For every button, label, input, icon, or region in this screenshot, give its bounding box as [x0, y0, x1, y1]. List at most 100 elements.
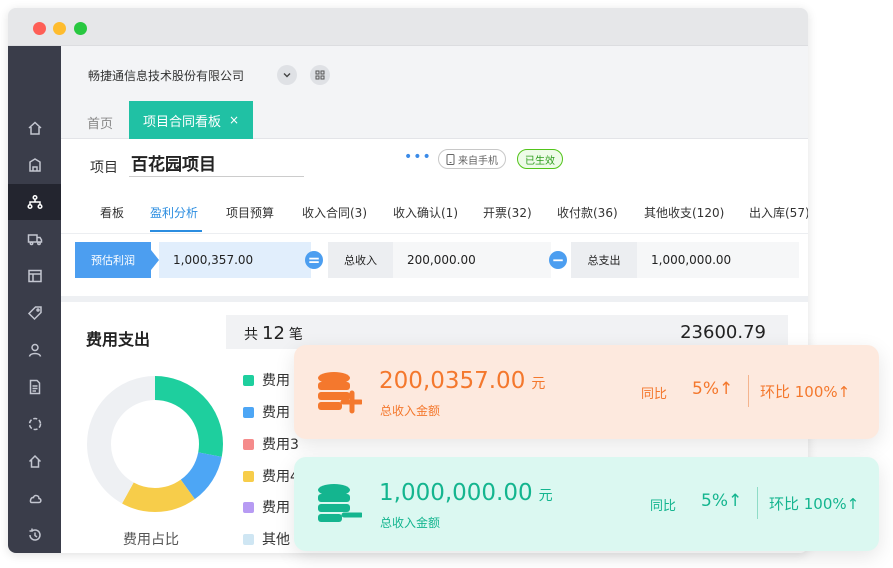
apps-button[interactable] — [310, 65, 330, 85]
sidebar-item-tag[interactable] — [8, 295, 61, 331]
income-metric-card-2: 1,000,000.00 元 总收入金额 同比 5%↑ 环比 100%↑ — [294, 457, 879, 551]
house-icon — [28, 454, 41, 468]
legend-item[interactable]: 费用4 — [243, 466, 299, 486]
tab-project-contract-board[interactable]: 项目合同看板 × — [129, 101, 253, 139]
active-tab-indicator — [150, 230, 202, 232]
count-prefix: 共 — [244, 327, 258, 343]
company-name: 畅捷通信息技术股份有限公司 — [88, 69, 245, 83]
cloud-icon — [29, 494, 42, 504]
yoy-value: 5%↑ — [692, 379, 734, 399]
legend-swatch — [243, 406, 254, 418]
legend-swatch — [243, 470, 254, 482]
minimize-window-button[interactable] — [53, 22, 66, 35]
circle-icon — [28, 417, 41, 431]
card-divider — [748, 375, 749, 407]
layout-icon — [27, 269, 42, 283]
card-divider — [757, 487, 758, 519]
income-amount-value: 200,0357.00 — [379, 368, 526, 394]
legend-label: 费用 — [262, 373, 290, 389]
expense-total: 23600.79 — [680, 322, 766, 343]
source-badge: 来自手机 — [438, 149, 506, 169]
legend-swatch — [243, 438, 254, 450]
source-badge-label: 来自手机 — [458, 155, 498, 167]
subtab-board[interactable]: 看板 — [100, 204, 124, 221]
subtab-profit-analysis[interactable]: 盈利分析 — [150, 204, 198, 221]
expense-count: 共 12 笔 — [244, 323, 303, 344]
coins-plus-icon — [318, 372, 362, 414]
sidebar-item-circle[interactable] — [8, 406, 61, 442]
sidebar-item-truck[interactable] — [8, 221, 61, 257]
subtab-invoice[interactable]: 开票(32) — [483, 204, 532, 221]
minus-icon: − — [549, 251, 567, 269]
mom-value: 环比 100%↑ — [769, 495, 860, 513]
top-bar: 畅捷通信息技术股份有限公司 — [61, 46, 808, 101]
legend-swatch — [243, 374, 254, 386]
close-tab-icon[interactable]: × — [229, 113, 239, 127]
income-amount-unit: 元 — [538, 488, 553, 504]
sidebar-item-network[interactable] — [8, 184, 61, 220]
truck-icon — [27, 234, 42, 246]
legend-label: 费用3 — [262, 437, 299, 453]
legend-item[interactable]: 其他 — [243, 529, 290, 549]
legend-item[interactable]: 费用 — [243, 497, 290, 517]
income-amount-value: 1,000,000.00 — [379, 480, 533, 506]
legend-item[interactable]: 费用3 — [243, 434, 299, 454]
expense-value: 1,000,000.00 — [637, 242, 799, 278]
profit-arrow-icon — [151, 250, 159, 270]
subtab-other-income-expense[interactable]: 其他收支(120) — [644, 204, 724, 221]
home-icon — [27, 121, 42, 135]
yoy-value: 5%↑ — [701, 491, 743, 511]
sidebar-item-cloud[interactable] — [8, 480, 61, 516]
subtab-income-confirm[interactable]: 收入确认(1) — [393, 204, 458, 221]
income-value: 200,000.00 — [393, 242, 551, 278]
legend-item[interactable]: 费用 — [243, 370, 290, 390]
subtab-payments[interactable]: 收付款(36) — [557, 204, 618, 221]
legend-label: 其他 — [262, 532, 290, 548]
subtab-budget[interactable]: 项目预算 — [226, 204, 274, 221]
analysis-tabs: 看板 盈利分析 项目预算 收入合同(3) 收入确认(1) 开票(32) 收付款(… — [61, 194, 808, 234]
project-name-field[interactable]: 百花园项目 — [129, 147, 304, 177]
count-suffix: 笔 — [288, 327, 303, 343]
expense-count-bar: 共 12 笔 23600.79 — [226, 315, 788, 349]
sidebar-item-house[interactable] — [8, 443, 61, 479]
sidebar-item-layout[interactable] — [8, 258, 61, 294]
donut-caption: 费用占比 — [123, 532, 179, 548]
legend-label: 费用 — [262, 405, 290, 421]
profit-label: 预估利润 — [75, 242, 151, 278]
profit-value: 1,000,357.00 — [159, 242, 311, 278]
mom-value: 环比 100%↑ — [760, 383, 851, 401]
sidebar — [8, 46, 61, 553]
phone-icon — [446, 153, 455, 165]
user-icon — [28, 343, 41, 357]
grid-icon — [315, 70, 325, 80]
income-amount-label: 总收入金额 — [380, 516, 441, 530]
income-amount-unit: 元 — [531, 376, 546, 392]
tab-label: 项目合同看板 — [143, 114, 222, 130]
yoy-label: 同比 — [641, 387, 668, 402]
subtab-stock-inout[interactable]: 出入库(57) — [749, 204, 808, 221]
subtab-income-contract[interactable]: 收入合同(3) — [302, 204, 367, 221]
maximize-window-button[interactable] — [74, 22, 87, 35]
sidebar-item-document[interactable] — [8, 369, 61, 405]
coins-minus-icon — [318, 484, 362, 522]
tab-home[interactable]: 首页 — [87, 113, 113, 132]
profit-summary: 预估利润 1,000,357.00 = 总收入 200,000.00 − 总支出… — [61, 234, 808, 296]
sidebar-item-home[interactable] — [8, 110, 61, 146]
history-icon — [28, 528, 41, 541]
income-amount: 200,0357.00 元 — [379, 368, 545, 394]
close-window-button[interactable] — [33, 22, 46, 35]
more-options-icon[interactable]: ••• — [404, 149, 432, 165]
project-header: 项目 百花园项目 ••• 来自手机 已生效 — [61, 139, 808, 194]
sidebar-item-history[interactable] — [8, 517, 61, 553]
status-badge: 已生效 — [517, 149, 563, 169]
legend-item[interactable]: 费用 — [243, 402, 290, 422]
sidebar-item-user[interactable] — [8, 332, 61, 368]
income-amount: 1,000,000.00 元 — [379, 480, 553, 506]
expense-title: 费用支出 — [86, 330, 151, 349]
tab-bar: 首页 项目合同看板 × — [61, 101, 808, 139]
sidebar-item-building[interactable] — [8, 147, 61, 183]
company-dropdown-button[interactable] — [277, 65, 297, 85]
network-icon — [26, 194, 43, 210]
legend-swatch — [243, 533, 254, 545]
income-metric-card: 200,0357.00 元 总收入金额 同比 5%↑ 环比 100%↑ — [294, 345, 879, 439]
